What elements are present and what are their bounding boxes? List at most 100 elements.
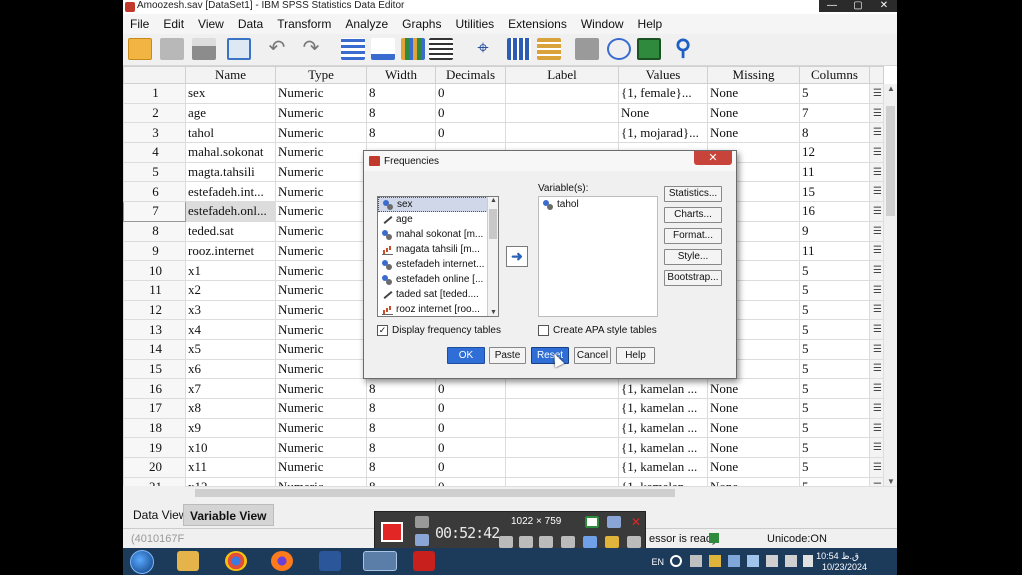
fullscreen-icon[interactable] <box>585 516 599 528</box>
find-binoculars-icon[interactable]: ⌖ <box>471 38 495 60</box>
table-row[interactable]: 18 x9 Numeric 8 0 {1, kamelan ... None 5 ☰ <box>123 417 884 439</box>
cell-missing[interactable]: None <box>707 457 800 478</box>
cell-values[interactable]: {1, kamelan ... <box>618 437 708 459</box>
menu-view[interactable]: View <box>191 17 231 31</box>
menu-extensions[interactable]: Extensions <box>501 17 574 31</box>
scroll-up-arrow-icon[interactable]: ▲ <box>884 84 897 93</box>
menu-graphs[interactable]: Graphs <box>395 17 448 31</box>
cell-rownum[interactable]: 18 <box>123 417 186 439</box>
column-header-width[interactable]: Width <box>366 66 436 84</box>
maximize-button[interactable]: ▢ <box>845 0 871 12</box>
cell-values[interactable]: {1, kamelan ... <box>618 476 708 486</box>
menu-window[interactable]: Window <box>574 17 631 31</box>
cell-type[interactable]: Numeric <box>275 161 367 183</box>
signal-tray-icon[interactable] <box>785 555 797 567</box>
cell-columns[interactable]: 16 <box>799 201 870 222</box>
menu-data[interactable]: Data <box>231 17 270 31</box>
cell-columns[interactable]: 5 <box>799 83 870 104</box>
clock-date[interactable]: 10/23/2024 <box>822 562 867 572</box>
list-item[interactable]: estefadeh internet... <box>378 257 498 272</box>
run-descriptives-icon[interactable] <box>429 38 453 60</box>
cell-name[interactable]: x1 <box>185 260 276 281</box>
column-header-missing[interactable]: Missing <box>707 66 800 84</box>
cell-missing[interactable]: None <box>707 83 800 104</box>
cell-type[interactable]: Numeric <box>275 476 367 486</box>
apa-style-checkbox[interactable]: Create APA style tables <box>538 325 657 336</box>
table-row[interactable]: 2 age Numeric 8 0 None None 7 ☰ <box>123 102 884 124</box>
cell-rownum[interactable]: 20 <box>123 457 186 478</box>
mic-icon[interactable] <box>499 536 513 548</box>
cell-name[interactable]: x4 <box>185 319 276 340</box>
cancel-button[interactable]: Cancel <box>574 347 611 364</box>
cell-missing[interactable]: None <box>707 102 800 124</box>
cell-missing[interactable]: None <box>707 417 800 439</box>
scroll-up-arrow-icon[interactable]: ▲ <box>488 197 498 204</box>
column-header-decimals[interactable]: Decimals <box>435 66 506 84</box>
table-row[interactable]: 17 x8 Numeric 8 0 {1, kamelan ... None 5 ☰ <box>123 398 884 419</box>
cell-label[interactable] <box>505 378 619 399</box>
cell-name[interactable]: x10 <box>185 437 276 459</box>
cell-missing[interactable]: None <box>707 437 800 459</box>
cell-width[interactable]: 8 <box>366 83 436 104</box>
cell-name[interactable]: x8 <box>185 398 276 419</box>
cell-width[interactable]: 8 <box>366 398 436 419</box>
cursor-icon[interactable] <box>561 536 575 548</box>
cell-name[interactable]: rooz.internet <box>185 240 276 262</box>
cell-values[interactable]: {1, mojarad}... <box>618 122 708 144</box>
cell-label[interactable] <box>505 102 619 124</box>
cell-columns[interactable]: 12 <box>799 142 870 163</box>
cloud-tray-icon[interactable] <box>747 555 759 567</box>
table-row[interactable]: 21x12Numeric80 {1, kamelan ...None5☰ <box>123 476 884 486</box>
cell-type[interactable]: Numeric <box>275 181 367 203</box>
pause-icon[interactable] <box>415 534 429 546</box>
cell-width[interactable]: 8 <box>366 437 436 459</box>
cell-rownum[interactable]: 5 <box>123 161 186 183</box>
select-cases-icon[interactable] <box>607 38 631 60</box>
horizontal-scroll-thumb[interactable] <box>195 489 675 497</box>
cell-columns[interactable]: 5 <box>799 476 870 486</box>
table-row[interactable]: 1 sex Numeric 8 0 {1, female}... None 5 ☰ <box>123 83 884 104</box>
cell-columns[interactable]: 15 <box>799 181 870 203</box>
cell-rownum[interactable]: 14 <box>123 338 186 360</box>
variables-icon[interactable] <box>401 38 425 60</box>
cell-rownum[interactable]: 16 <box>123 378 186 399</box>
cell-name[interactable]: estefadeh.int... <box>185 181 276 203</box>
cell-missing[interactable]: None <box>707 378 800 399</box>
cell-rownum[interactable]: 2 <box>123 102 186 124</box>
charts-button[interactable]: Charts... <box>664 207 722 223</box>
cell-columns[interactable]: 11 <box>799 161 870 183</box>
dialog-close-button[interactable]: ✕ <box>694 151 732 165</box>
folder-icon[interactable] <box>605 536 619 548</box>
cell-rownum[interactable]: 15 <box>123 358 186 380</box>
word-icon[interactable] <box>319 551 341 571</box>
vertical-scrollbar[interactable]: ▲ ▼ <box>883 84 897 486</box>
cell-type[interactable]: Numeric <box>275 102 367 124</box>
value-labels-icon[interactable] <box>637 38 661 60</box>
cell-width[interactable]: 8 <box>366 457 436 478</box>
split-file-icon[interactable] <box>575 38 599 60</box>
cell-columns[interactable]: 5 <box>799 279 870 301</box>
cell-label[interactable] <box>505 122 619 144</box>
dialog-recall-icon[interactable] <box>227 38 251 60</box>
cell-columns[interactable]: 5 <box>799 417 870 439</box>
cell-label[interactable] <box>505 83 619 104</box>
cell-columns[interactable]: 5 <box>799 338 870 360</box>
cell-type[interactable]: Numeric <box>275 417 367 439</box>
statistics-button[interactable]: Statistics... <box>664 186 722 202</box>
cell-decimals[interactable]: 0 <box>435 83 506 104</box>
record-tray-icon[interactable] <box>670 555 682 567</box>
column-header-columns[interactable]: Columns <box>799 66 870 84</box>
file-explorer-icon[interactable] <box>177 551 199 571</box>
redo-icon[interactable]: ↷ <box>299 38 323 60</box>
cell-type[interactable]: Numeric <box>275 122 367 144</box>
cell-decimals[interactable]: 0 <box>435 398 506 419</box>
windows-start-icon[interactable] <box>130 550 154 574</box>
search-icon[interactable]: ⚲ <box>671 37 695 60</box>
insert-cases-icon[interactable] <box>507 38 531 60</box>
cell-width[interactable]: 8 <box>366 122 436 144</box>
move-variable-button[interactable]: ➜ <box>506 246 528 267</box>
cell-values[interactable]: {1, kamelan ... <box>618 378 708 399</box>
cell-rownum[interactable]: 7 <box>123 201 186 222</box>
pen-icon[interactable] <box>583 536 597 548</box>
list-item[interactable]: mahal sokonat [m... <box>378 227 498 242</box>
